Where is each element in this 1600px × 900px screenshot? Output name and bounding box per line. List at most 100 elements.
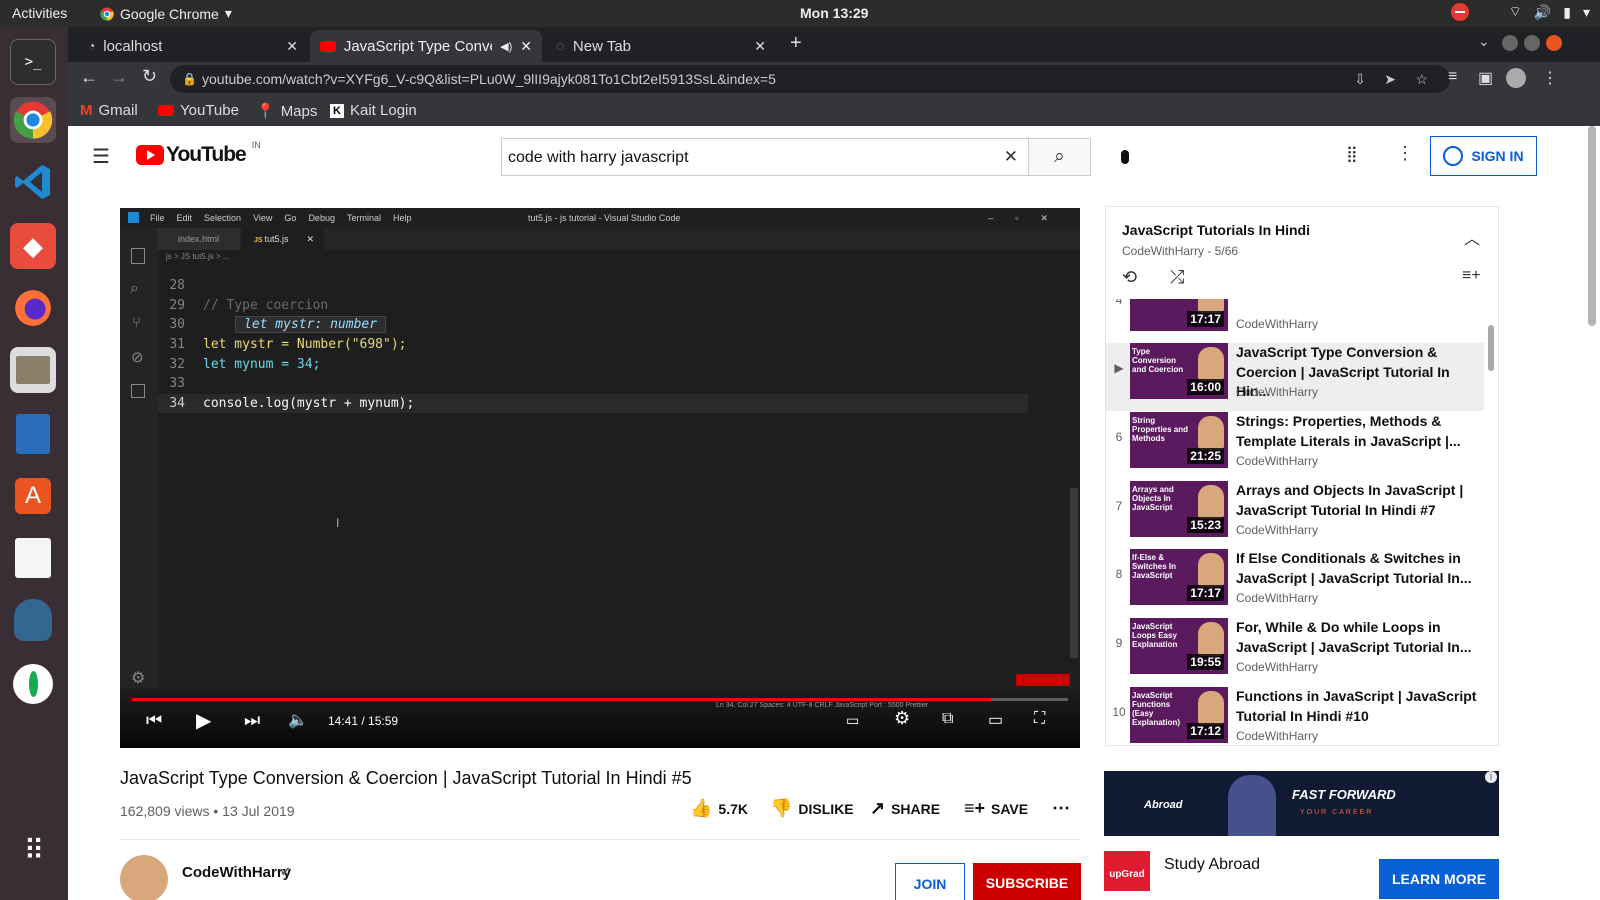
system-tray[interactable]: ⌔ 🔊 ▮ ▾ — [1450, 3, 1590, 21]
video-thumbnail[interactable]: Type Conversion and Coercion 16:00 — [1130, 343, 1228, 399]
bookmark-kait-login[interactable]: K Kait Login — [330, 102, 417, 119]
reading-list-icon[interactable]: ≡ — [1448, 68, 1457, 86]
app-menu[interactable]: Google Chrome ▾ — [100, 5, 232, 22]
previous-icon[interactable]: ⏮ — [146, 710, 162, 731]
more-menu-icon[interactable]: ⋮ — [1542, 68, 1558, 88]
apps-grid-icon[interactable]: ⣿ — [1346, 144, 1358, 164]
send-icon[interactable]: ➤ — [1384, 65, 1396, 93]
vscode-icon[interactable] — [10, 159, 56, 205]
collapse-icon[interactable]: ︿ — [1464, 225, 1480, 249]
show-applications-icon[interactable]: ⠿ — [10, 827, 56, 873]
playlist-item[interactable]: ▶ Type Conversion and Coercion 16:00 JavaSc… — [1106, 343, 1484, 411]
ad-info-icon[interactable]: i — [1485, 771, 1497, 783]
playlist-scrollbar[interactable] — [1488, 325, 1494, 371]
playlist-item[interactable]: 9 JavaScript Loops Easy Explanation 19:55 F… — [1106, 618, 1484, 686]
video-thumbnail[interactable]: Primitive and Reference17:17 — [1130, 299, 1228, 331]
subscribe-button[interactable]: SUBSCRIBE — [973, 863, 1081, 900]
address-bar[interactable]: 🔒 youtube.com/watch?v=XYFg6_V-c9Q&list=P… — [170, 65, 1450, 93]
tab-search-icon[interactable]: ⌄ — [1478, 33, 1490, 50]
settings-gear-icon[interactable]: ⚙ — [894, 708, 910, 729]
playlist-item[interactable]: 4Primitive and Reference17:17Reference T… — [1106, 299, 1484, 343]
text-editor-icon[interactable] — [10, 535, 56, 581]
postgresql-icon[interactable] — [10, 597, 56, 643]
playlist-menu-icon[interactable]: ≡+ — [1462, 267, 1481, 285]
page-scrollbar[interactable] — [1588, 126, 1596, 326]
video-thumbnail[interactable]: Arrays and Objects In JavaScript 15:23 — [1130, 481, 1228, 537]
new-tab-button[interactable]: + — [790, 32, 802, 55]
ad-banner[interactable]: Abroad FAST FORWARD YOUR CAREER i — [1104, 771, 1499, 836]
video-player[interactable]: File Edit Selection View Go Debug Termin… — [120, 208, 1080, 748]
youtube-header: ☰ YouTube IN code with harry javascript … — [68, 126, 1600, 184]
more-actions-button[interactable]: ⋯ — [1052, 798, 1070, 819]
like-button[interactable]: 👍 5.7K — [690, 798, 748, 819]
software-center-icon[interactable]: A — [10, 473, 56, 519]
terminal-icon[interactable]: >_ — [10, 39, 56, 85]
playlist-item[interactable]: 6 String Properties and Methods 21:25 Strin… — [1106, 412, 1484, 480]
firefox-icon[interactable] — [10, 285, 56, 331]
files-icon[interactable] — [10, 347, 56, 393]
settings-more-icon[interactable]: ⋮ — [1396, 143, 1414, 164]
tab-javascript-type-conversion[interactable]: JavaScript Type Conve ◀) ✕ — [310, 30, 542, 62]
sign-in-button[interactable]: SIGN IN — [1430, 136, 1537, 176]
video-thumbnail[interactable]: String Properties and Methods 21:25 — [1130, 412, 1228, 468]
channel-avatar[interactable] — [120, 855, 168, 900]
progress-bar[interactable] — [132, 698, 1068, 701]
activities-button[interactable]: Activities — [12, 5, 67, 21]
libreoffice-writer-icon[interactable] — [10, 411, 56, 457]
close-window-button[interactable] — [1546, 35, 1562, 51]
promo-logo[interactable]: upGrad — [1104, 851, 1150, 891]
bookmark-gmail[interactable]: M Gmail — [80, 102, 138, 119]
bookmark-star-icon[interactable]: ☆ — [1415, 65, 1428, 93]
close-icon[interactable]: ✕ — [754, 38, 766, 55]
close-icon[interactable]: ✕ — [520, 38, 532, 55]
clock[interactable]: Mon 13:29 — [800, 5, 868, 21]
save-button[interactable]: ≡+ SAVE — [964, 798, 1028, 819]
play-icon[interactable]: ▶ — [196, 708, 211, 733]
theater-mode-icon[interactable]: ▭ — [988, 710, 1003, 730]
playlist-item[interactable]: 10 JavaScript Functions (Easy Explanation… — [1106, 687, 1484, 745]
dislike-button[interactable]: 👎 DISLIKE — [770, 798, 854, 819]
reload-icon[interactable]: ↻ — [142, 66, 157, 87]
learn-more-button[interactable]: LEARN MORE — [1379, 859, 1499, 899]
shuffle-icon[interactable]: ⤮ — [1170, 267, 1184, 288]
promo-title[interactable]: Study Abroad — [1164, 856, 1260, 874]
bookmark-youtube[interactable]: YouTube — [158, 102, 239, 119]
side-panel-icon[interactable]: ▣ — [1478, 68, 1493, 88]
profile-icon[interactable] — [1506, 68, 1526, 88]
back-icon[interactable]: ← — [80, 67, 98, 88]
loop-icon[interactable]: ⟲ — [1122, 267, 1137, 288]
next-icon[interactable]: ⏭ — [244, 710, 260, 731]
video-thumbnail[interactable]: JavaScript Functions (Easy Explanation) 1… — [1130, 687, 1228, 743]
subtitles-icon[interactable]: ▭ — [846, 712, 859, 729]
youtube-logo[interactable]: YouTube IN — [136, 140, 261, 167]
forward-icon[interactable]: → — [110, 67, 128, 88]
search-button[interactable]: ⌕ — [1028, 138, 1091, 176]
install-icon[interactable]: ⇩ — [1354, 65, 1366, 93]
bookmark-maps[interactable]: 📍 Maps — [256, 102, 317, 121]
audio-playing-icon[interactable]: ◀) — [500, 40, 512, 53]
channel-name[interactable]: CodeWithHarry — [182, 864, 291, 881]
minimize-button[interactable] — [1502, 35, 1518, 51]
hamburger-menu-icon[interactable]: ☰ — [92, 144, 110, 169]
close-icon[interactable]: ✕ — [286, 38, 298, 55]
video-thumbnail[interactable]: If-Else & Switches In JavaScript 17:17 — [1130, 549, 1228, 605]
join-button[interactable]: JOIN — [895, 863, 965, 900]
playlist-title[interactable]: JavaScript Tutorials In Hindi — [1122, 222, 1310, 238]
miniplayer-icon[interactable]: ⧉ — [942, 710, 953, 728]
fullscreen-icon[interactable]: ⛶ — [1034, 710, 1045, 728]
volume-icon[interactable]: 🔈 — [288, 710, 308, 730]
tab-localhost[interactable]: ◔ localhost ✕ — [78, 30, 308, 62]
share-button[interactable]: ↗ SHARE — [870, 798, 940, 819]
maximize-button[interactable] — [1524, 35, 1540, 51]
playlist-item[interactable]: 7 Arrays and Objects In JavaScript 15:23 Ar… — [1106, 481, 1484, 549]
clear-search-icon[interactable]: ✕ — [1004, 147, 1018, 167]
mongodb-compass-icon[interactable] — [10, 661, 56, 707]
video-thumbnail[interactable]: JavaScript Loops Easy Explanation 19:55 — [1130, 618, 1228, 674]
tab-new-tab[interactable]: ◌ New Tab ✕ — [546, 30, 776, 62]
anydesk-icon[interactable]: ◆ — [10, 223, 56, 269]
chrome-icon[interactable] — [10, 97, 56, 143]
mic-icon[interactable] — [1108, 140, 1142, 174]
playlist-item[interactable]: 8 If-Else & Switches In JavaScript 17:17 If… — [1106, 549, 1484, 617]
search-input[interactable]: code with harry javascript ✕ — [501, 138, 1029, 176]
thumbs-up-icon: 👍 — [690, 798, 713, 818]
